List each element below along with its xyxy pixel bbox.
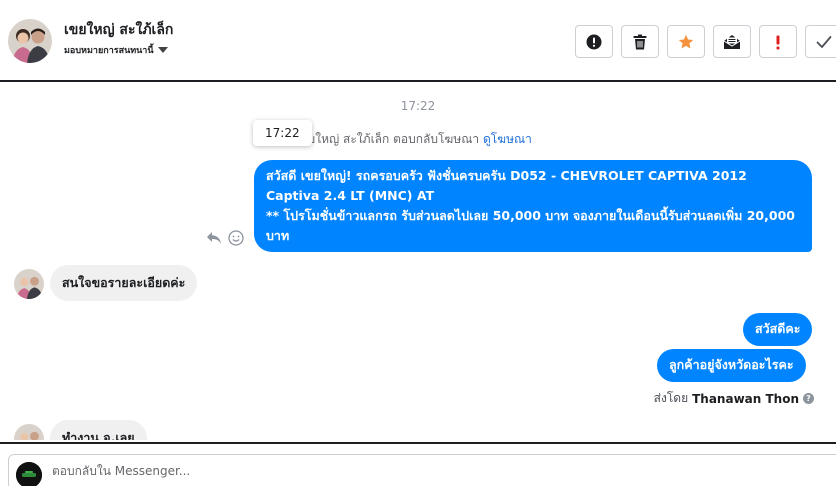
- conversation-header: เขยใหญ่ สะใภ้เล็ก มอบหมายการสนทนานี้: [0, 0, 836, 82]
- assign-conversation-dropdown[interactable]: มอบหมายการสนทนานี้: [64, 43, 168, 57]
- message-tools: [206, 230, 244, 246]
- ad-message-line2: ** โปรโมชั่นข้าวแลกรถ รับส่วนลดไปเลย 50,…: [266, 208, 795, 243]
- star-button[interactable]: [667, 25, 705, 58]
- exclamation-icon: [776, 35, 780, 49]
- star-icon: [678, 34, 694, 48]
- outgoing-message[interactable]: สวัสดีคะ: [743, 313, 813, 346]
- page-avatar-icon: [16, 462, 42, 486]
- trash-icon: [633, 34, 647, 49]
- exclamation-circle-icon: [586, 34, 602, 49]
- time-tooltip: 17:22: [253, 120, 312, 146]
- incoming-message[interactable]: สนใจขอรายละเอียดค่ะ: [50, 265, 198, 301]
- check-icon: [816, 35, 832, 48]
- outgoing-message[interactable]: ลูกค้าอยู่จังหวัดอะไรคะ: [657, 349, 806, 382]
- contact-name[interactable]: เขยใหญ่ สะใภ้เล็ก: [64, 19, 173, 41]
- ad-message-bubble[interactable]: สวัสดี เขยใหญ่! รถครอบครัว ฟังชั่นครบครั…: [254, 160, 812, 252]
- contact-avatar-small[interactable]: [14, 269, 44, 299]
- ad-message-line1: สวัสดี เขยใหญ่! รถครอบครัว ฟังชั่นครบครั…: [266, 168, 747, 203]
- reply-input[interactable]: [52, 460, 752, 482]
- contact-avatar-small[interactable]: [14, 424, 44, 440]
- sent-by-prefix: ส่งโดย: [653, 391, 689, 405]
- done-button[interactable]: [805, 25, 836, 58]
- header-actions: [575, 25, 836, 58]
- caret-down-icon: [157, 47, 168, 53]
- emoji-reaction-icon[interactable]: [228, 230, 244, 246]
- message-thread[interactable]: 17:22 ขยใหญ่ สะใภ้เล็ก ตอบกลับโฆษณา ดูโฆ…: [0, 84, 836, 440]
- sent-by-label: ส่งโดย Thanawan Thon ?: [654, 389, 814, 408]
- envelope-icon: [723, 34, 741, 49]
- follow-up-button[interactable]: [759, 25, 797, 58]
- help-icon[interactable]: ?: [803, 393, 814, 404]
- mark-unread-button[interactable]: [713, 25, 751, 58]
- incoming-message[interactable]: ทำงาน จ.เลย: [50, 420, 147, 440]
- composer: [0, 442, 836, 486]
- thread-timestamp: 17:22: [400, 99, 436, 113]
- view-ad-link[interactable]: ดูโฆษณา: [483, 132, 532, 146]
- reply-icon[interactable]: [206, 231, 222, 245]
- reply-context: ขยใหญ่ สะใภ้เล็ก ตอบกลับโฆษณา ดูโฆษณา: [300, 130, 532, 149]
- reply-context-text: ขยใหญ่ สะใภ้เล็ก ตอบกลับโฆษณา: [300, 132, 480, 146]
- spam-button[interactable]: [575, 25, 613, 58]
- assign-label: มอบหมายการสนทนานี้: [64, 46, 154, 56]
- sent-by-name: Thanawan Thon: [692, 391, 799, 406]
- contact-avatar[interactable]: [8, 19, 52, 63]
- delete-button[interactable]: [621, 25, 659, 58]
